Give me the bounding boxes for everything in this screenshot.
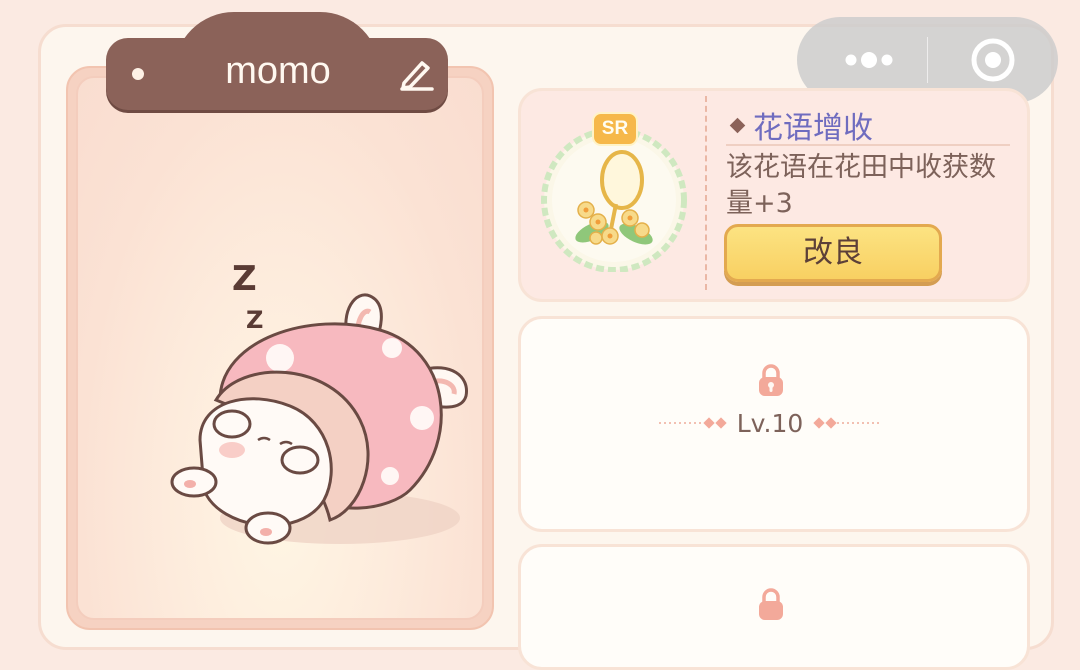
card-divider: [705, 96, 707, 290]
skill-description: 该花语在花田中收获数量+3: [726, 152, 996, 219]
skill-title: 花语增收: [753, 111, 873, 146]
character-name: momo: [225, 50, 331, 92]
right-ornament-icon: [813, 417, 882, 429]
diamond-bullet-icon: [729, 117, 746, 133]
target-close-icon[interactable]: [947, 29, 1039, 91]
sleeping-bunny-character: Z Z: [170, 259, 468, 545]
pencil-icon[interactable]: [396, 55, 436, 91]
more-dots-icon[interactable]: [817, 29, 917, 91]
skill-title-row: 花语增收: [726, 106, 873, 146]
lock-icon: [759, 364, 783, 396]
left-ornament-icon: [658, 417, 727, 429]
unlock-level-row: Lv.10: [640, 406, 900, 440]
name-plate-dot: [132, 68, 144, 80]
upgrade-button[interactable]: 改良: [724, 224, 942, 282]
capsule-divider: [927, 37, 928, 83]
svg-text:Z: Z: [232, 259, 257, 299]
rarity-badge: SR: [592, 112, 638, 146]
title-underline: [726, 144, 1010, 146]
svg-text:Z: Z: [246, 306, 263, 334]
lock-icon: [759, 588, 783, 620]
unlock-level-label: Lv.10: [736, 408, 804, 438]
